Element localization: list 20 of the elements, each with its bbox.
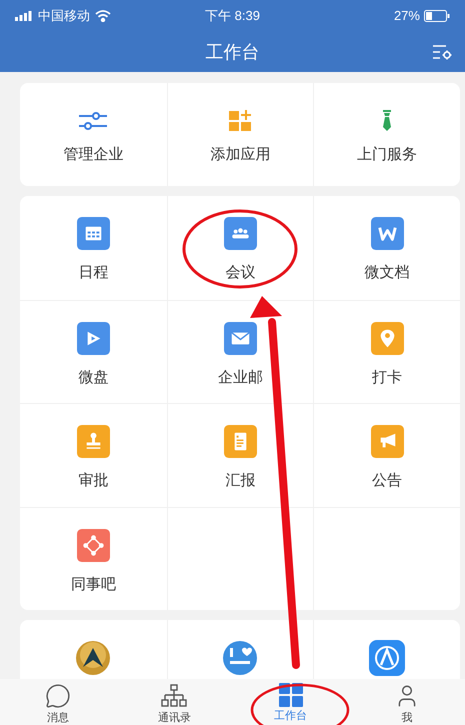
tab[interactable]: 通讯录 bbox=[116, 679, 232, 725]
action-item[interactable]: 上门服务 bbox=[313, 83, 460, 186]
app-item[interactable]: 汇报 bbox=[168, 404, 314, 506]
battery-percent: 27% bbox=[394, 7, 420, 26]
carrier-name: 中国移动 bbox=[38, 7, 90, 26]
app-item[interactable]: 同事吧 bbox=[20, 508, 167, 610]
page-title: 工作台 bbox=[206, 40, 260, 64]
action-item[interactable]: 管理企业 bbox=[20, 83, 167, 186]
app-item[interactable]: 日程 bbox=[20, 196, 167, 300]
app-item[interactable]: 审批 bbox=[20, 404, 167, 506]
action-item[interactable]: 添加应用 bbox=[166, 83, 314, 186]
tab[interactable]: 消息 bbox=[0, 679, 116, 725]
app-item[interactable]: 微文档 bbox=[314, 196, 460, 300]
app-item[interactable]: 会议 bbox=[168, 196, 314, 300]
status-time: 下午 8:39 bbox=[205, 7, 260, 26]
app-item[interactable]: 打卡 bbox=[314, 300, 460, 403]
tab[interactable]: 工作台 bbox=[232, 679, 349, 725]
tab[interactable]: 我 bbox=[348, 679, 465, 725]
app-item[interactable]: 公告 bbox=[314, 404, 460, 506]
app-item[interactable]: 微盘 bbox=[20, 300, 167, 403]
